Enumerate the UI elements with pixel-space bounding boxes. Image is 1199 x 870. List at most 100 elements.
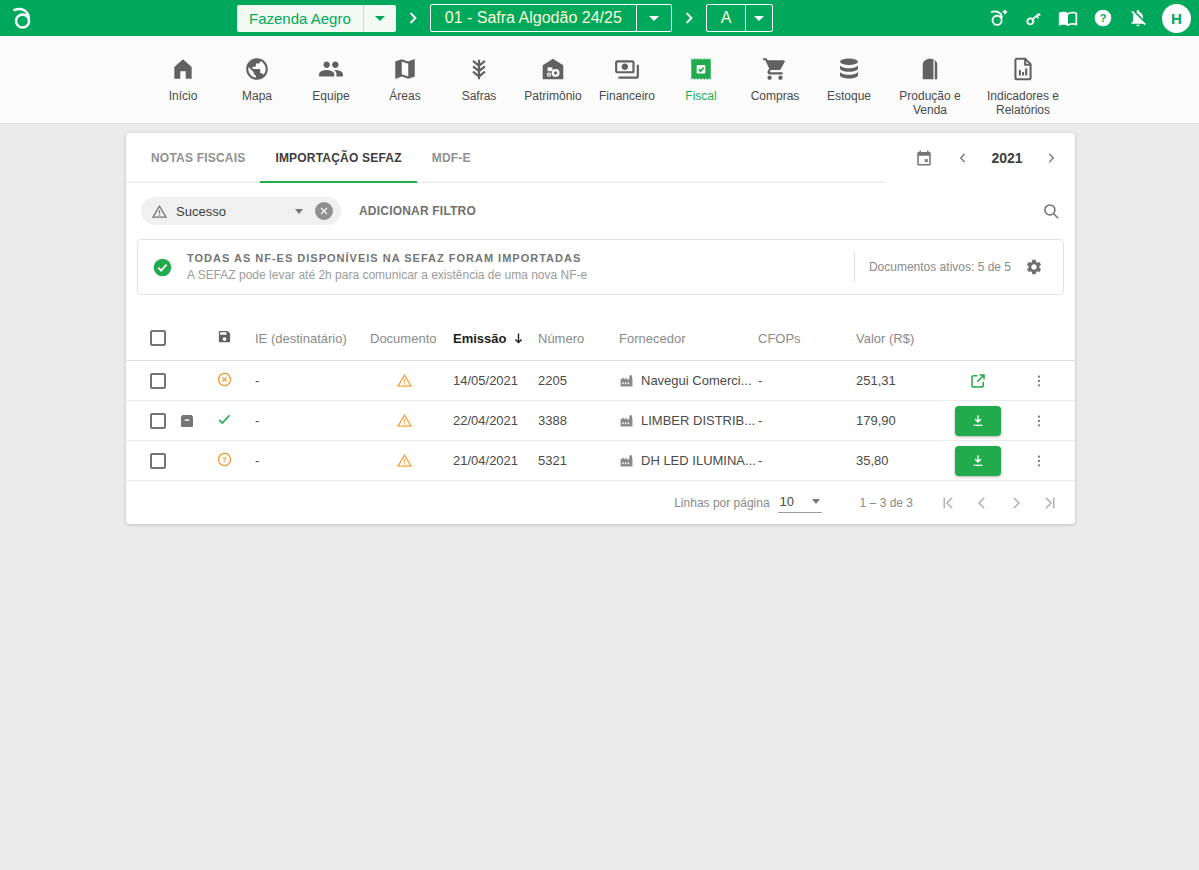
calendar-icon[interactable]: [915, 149, 933, 167]
search-button[interactable]: [1042, 202, 1061, 221]
last-page-button[interactable]: [1041, 494, 1059, 512]
field-selector[interactable]: A: [706, 4, 774, 32]
cell-fornecedor: LIMBER DISTRIB...: [641, 413, 755, 428]
map-icon: [392, 56, 418, 82]
nav-item-financeiro[interactable]: Financeiro: [590, 56, 664, 103]
first-page-button[interactable]: [939, 494, 957, 512]
chevron-left-icon: [973, 494, 991, 512]
nav-item-mapa[interactable]: Mapa: [220, 56, 294, 103]
cart-icon: [762, 56, 788, 82]
open-document-button[interactable]: [969, 372, 987, 390]
wheat-icon: [466, 56, 492, 82]
key-icon[interactable]: [1022, 7, 1044, 29]
warning-icon: [396, 452, 413, 469]
clear-filter-button[interactable]: [315, 202, 333, 220]
row-checkbox[interactable]: [150, 413, 166, 429]
database-icon: [836, 56, 862, 82]
column-header-ie[interactable]: IE (destinatário): [243, 331, 370, 346]
silo-icon: [917, 56, 943, 82]
row-menu-button[interactable]: [1031, 413, 1047, 429]
notifications-off-icon[interactable]: [1127, 7, 1149, 29]
row-menu-button[interactable]: [1031, 373, 1047, 389]
nav-item-equipe[interactable]: Equipe: [294, 56, 368, 103]
nav-item-compras[interactable]: Compras: [738, 56, 812, 103]
download-icon: [970, 413, 986, 429]
warning-icon: [396, 412, 413, 429]
tab-importacao-sefaz[interactable]: IMPORTAÇÃO SEFAZ: [260, 133, 416, 182]
tab-bar: NOTAS FISCAIS IMPORTAÇÃO SEFAZ MDF-E: [126, 133, 885, 183]
download-button[interactable]: [955, 406, 1001, 436]
column-header-valor[interactable]: Valor (R$): [856, 331, 954, 346]
cell-valor: 251,31: [856, 373, 954, 388]
cell-ie: -: [243, 413, 370, 428]
cell-fornecedor: Navegui Comerci...: [641, 373, 752, 388]
add-filter-button[interactable]: ADICIONAR FILTRO: [359, 204, 476, 218]
factory-icon: [619, 453, 634, 468]
receipt-check-icon: [688, 56, 714, 82]
aegro-logo: [9, 5, 35, 31]
table-header: IE (destinatário) Documento Emissão Núme…: [126, 316, 1075, 361]
chevron-down-icon: [812, 499, 820, 504]
tab-notas-fiscais[interactable]: NOTAS FISCAIS: [136, 133, 260, 182]
breadcrumb-chevron-icon: [408, 11, 418, 25]
cell-cfops: -: [758, 413, 856, 428]
chevron-down-icon: [295, 209, 303, 214]
gear-icon[interactable]: [1025, 258, 1043, 276]
harvest-selector[interactable]: 01 - Safra Algodão 24/25: [430, 4, 672, 32]
nav-item-fiscal[interactable]: Fiscal: [664, 56, 738, 103]
nav-item-areas[interactable]: Áreas: [368, 56, 442, 103]
unknown-icon: ?: [216, 451, 233, 468]
warning-icon: [396, 372, 413, 389]
cell-numero: 5321: [538, 453, 619, 468]
previous-year-icon[interactable]: [955, 150, 971, 166]
nav-item-producao-venda[interactable]: Produção e Venda: [886, 56, 974, 117]
nav-item-inicio[interactable]: Início: [146, 56, 220, 103]
nav-item-indicadores[interactable]: Indicadores e Relatórios: [974, 56, 1072, 117]
open-in-new-icon: [969, 372, 987, 390]
money-icon: [614, 56, 640, 82]
next-page-button[interactable]: [1007, 494, 1025, 512]
cancelled-icon: [216, 371, 233, 388]
download-icon: [970, 453, 986, 469]
add-account-icon[interactable]: [987, 7, 1009, 29]
main-navigation: Início Mapa Equipe Áreas Safras Patrimôn…: [0, 36, 1199, 124]
row-checkbox[interactable]: [150, 453, 166, 469]
table-row: ? - 21/04/2021 5321 DH LED ILUMINA... - …: [126, 441, 1075, 481]
nav-item-estoque[interactable]: Estoque: [812, 56, 886, 103]
nav-item-patrimonio[interactable]: Patrimônio: [516, 56, 590, 103]
people-icon: [318, 56, 344, 82]
row-checkbox[interactable]: [150, 373, 166, 389]
rows-per-page-select[interactable]: 10: [778, 492, 822, 513]
year-selector: 2021: [885, 133, 1075, 183]
select-all-checkbox[interactable]: [150, 330, 166, 346]
status-filter-chip[interactable]: Sucesso: [141, 197, 341, 225]
nav-item-safras[interactable]: Safras: [442, 56, 516, 103]
previous-page-button[interactable]: [973, 494, 991, 512]
download-button[interactable]: [955, 446, 1001, 476]
help-icon[interactable]: ?: [1092, 7, 1114, 29]
guide-book-icon[interactable]: [1057, 7, 1079, 29]
sort-desc-icon: [511, 331, 526, 346]
field-selector-label: A: [707, 9, 746, 27]
column-header-documento[interactable]: Documento: [370, 331, 453, 346]
next-year-icon[interactable]: [1043, 150, 1059, 166]
search-icon: [1042, 202, 1061, 221]
column-header-emissao[interactable]: Emissão: [453, 331, 538, 346]
filter-bar: Sucesso ADICIONAR FILTRO: [126, 183, 1075, 239]
tab-mdf-e[interactable]: MDF-E: [417, 133, 486, 182]
archive-icon: [179, 413, 195, 429]
cell-cfops: -: [758, 453, 856, 468]
harvest-selector-label: 01 - Safra Algodão 24/25: [431, 9, 636, 27]
banner-subtitle: A SEFAZ pode levar até 2h para comunicar…: [187, 268, 587, 282]
farm-selector-label: Fazenda Aegro: [237, 10, 363, 27]
column-header-numero[interactable]: Número: [538, 331, 619, 346]
table-row: - 22/04/2021 3388 LIMBER DISTRIB... - 17…: [126, 401, 1075, 441]
column-header-fornecedor[interactable]: Fornecedor: [619, 331, 758, 346]
column-header-cfops[interactable]: CFOPs: [758, 331, 856, 346]
cell-emissao: 21/04/2021: [453, 453, 538, 468]
farm-selector[interactable]: Fazenda Aegro: [237, 5, 396, 32]
cell-fornecedor: DH LED ILUMINA...: [641, 453, 756, 468]
row-menu-button[interactable]: [1031, 453, 1047, 469]
import-status-icon: [217, 329, 232, 344]
avatar[interactable]: H: [1162, 4, 1191, 33]
